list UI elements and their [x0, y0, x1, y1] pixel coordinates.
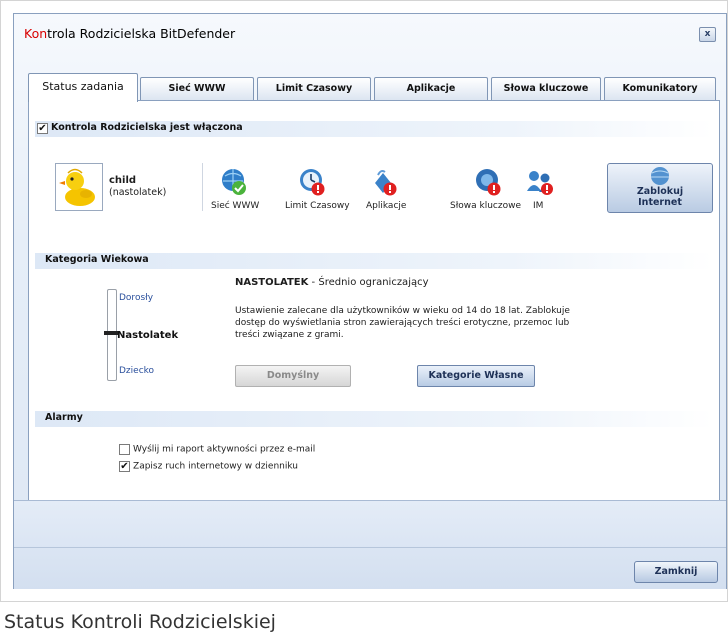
parental-control-window: Kontrola Rodzicielska BitDefender x Stat… — [13, 13, 727, 589]
age-category-header: Kategoria Wiekowa — [35, 253, 713, 269]
globe-icon — [651, 167, 669, 185]
age-selected-subtitle: - Średnio ograniczający — [308, 277, 429, 288]
age-category-title: Kategoria Wiekowa — [45, 254, 149, 265]
feature-label-siec-www: Sieć WWW — [211, 201, 260, 211]
tab-aplikacje[interactable]: Aplikacje — [374, 77, 488, 100]
window-title-accent: Kon — [24, 26, 48, 41]
age-description-line2: dostęp do wyświetlania stron zawierający… — [235, 318, 570, 328]
tab-limit-czasowy[interactable]: Limit Czasowy — [257, 77, 371, 100]
instant-messenger-icon[interactable] — [525, 167, 555, 197]
tab-komunikatory[interactable]: Komunikatory — [604, 77, 716, 100]
block-internet-button[interactable]: Zablokuj Internet — [607, 163, 713, 213]
user-avatar[interactable] — [55, 163, 103, 211]
log-traffic-label: Zapisz ruch internetowy w dzienniku — [133, 461, 298, 472]
globe-check-icon[interactable] — [219, 167, 249, 197]
parental-control-checkbox-label: Kontrola Rodzicielska jest włączona — [51, 122, 243, 133]
figure-frame: Kontrola Rodzicielska BitDefender x Stat… — [0, 0, 728, 602]
age-level-dorosly[interactable]: Dorosły — [119, 293, 153, 303]
tab-siec-www[interactable]: Sieć WWW — [140, 77, 254, 100]
window-title-text: trola Rodzicielska BitDefender — [47, 26, 236, 41]
alarm-log-traffic-option[interactable]: ✔ Zapisz ruch internetowy w dzienniku — [119, 461, 298, 472]
log-traffic-checkbox[interactable]: ✔ — [119, 461, 130, 472]
feature-label-limit-czasowy: Limit Czasowy — [285, 201, 350, 211]
alarms-header: Alarmy — [35, 411, 713, 427]
user-role: (nastolatek) — [109, 187, 167, 198]
default-button[interactable]: Domyślny — [235, 365, 351, 387]
feature-label-im: IM — [533, 201, 544, 211]
applications-warning-icon[interactable] — [369, 167, 399, 197]
close-button[interactable]: Zamknij — [634, 561, 718, 583]
tab-panel-status: ✔ Kontrola Rodzicielska jest włączona ch… — [28, 100, 720, 502]
block-internet-line1: Zablokuj — [636, 186, 684, 197]
tab-status-zadania[interactable]: Status zadania — [28, 73, 138, 102]
feature-label-slowa-kluczowe: Słowa kluczowe — [450, 201, 522, 211]
email-report-checkbox[interactable] — [119, 444, 130, 455]
figure-caption: Status Kontroli Rodzicielskiej — [4, 611, 276, 633]
keywords-warning-icon[interactable] — [473, 167, 503, 197]
age-level-nastolatek[interactable]: Nastolatek — [117, 330, 178, 341]
age-slider-thumb[interactable] — [104, 331, 118, 335]
block-internet-line2: Internet — [638, 197, 682, 208]
footer-divider — [14, 547, 726, 548]
close-window-button[interactable]: x — [699, 27, 716, 42]
age-slider-track[interactable] — [107, 289, 117, 381]
clock-warning-icon[interactable] — [297, 167, 327, 197]
tab-slowa-kluczowe[interactable]: Słowa kluczowe — [491, 77, 601, 100]
custom-categories-button[interactable]: Kategorie Własne — [417, 365, 535, 387]
feature-label-aplikacje: Aplikacje — [366, 201, 407, 211]
rubber-duck-icon — [59, 168, 95, 206]
parental-control-checkbox[interactable]: ✔ — [37, 123, 48, 134]
age-selected-title: NASTOLATEK — [235, 277, 309, 288]
tab-bar: Status zadania Sieć WWW Limit Czasowy Ap… — [28, 73, 718, 102]
age-selected-heading: NASTOLATEK - Średnio ograniczający — [235, 277, 429, 288]
email-report-label: Wyślij mi raport aktywności przez e-mail — [133, 444, 316, 455]
age-description-line1: Ustawienie zalecane dla użytkowników w w… — [235, 306, 570, 316]
window-footer: Zamknij — [14, 500, 726, 589]
alarms-title: Alarmy — [45, 412, 83, 423]
age-description-line3: treści związane z grami. — [235, 330, 344, 340]
window-title: Kontrola Rodzicielska BitDefender — [24, 26, 235, 41]
alarm-email-report-option[interactable]: Wyślij mi raport aktywności przez e-mail — [119, 444, 315, 455]
age-description: Ustawienie zalecane dla użytkowników w w… — [235, 305, 570, 341]
user-name: child — [109, 175, 137, 186]
age-level-dziecko[interactable]: Dziecko — [119, 366, 154, 376]
title-bar: Kontrola Rodzicielska BitDefender x — [14, 14, 726, 52]
divider — [202, 163, 203, 211]
parental-control-enabled-bar: ✔ Kontrola Rodzicielska jest włączona — [35, 121, 713, 137]
